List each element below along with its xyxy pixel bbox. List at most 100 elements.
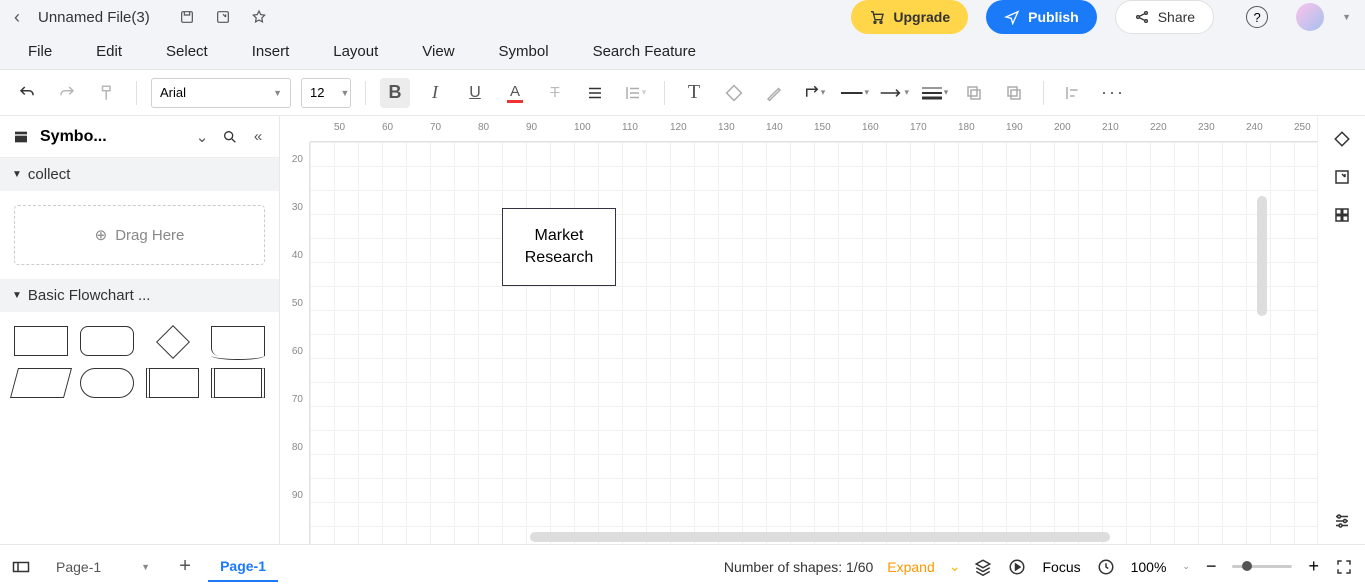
line-color-button[interactable] (759, 78, 789, 108)
menu-layout[interactable]: Layout (333, 43, 378, 60)
shape-rectangle[interactable] (14, 326, 68, 356)
arrow-style-button[interactable]: ▾ (879, 78, 909, 108)
ruler-h-tick: 220 (1150, 122, 1167, 133)
section-flowchart[interactable]: ▼Basic Flowchart ... (0, 279, 279, 312)
back-icon[interactable]: ‹ (14, 7, 20, 28)
shapes-grid (0, 312, 279, 412)
publish-button[interactable]: Publish (986, 0, 1097, 34)
underline-button[interactable]: U (460, 78, 490, 108)
ruler-h-tick: 150 (814, 122, 831, 133)
menubar: File Edit Select Insert Layout View Symb… (0, 34, 1365, 69)
strikethrough-button[interactable]: T (540, 78, 570, 108)
shape-parallelogram[interactable] (10, 368, 72, 398)
bold-button[interactable]: B (380, 78, 410, 108)
play-icon[interactable] (1008, 558, 1026, 576)
fullscreen-icon[interactable] (1335, 558, 1353, 576)
shape-rounded-rect[interactable] (80, 326, 134, 356)
redo-button[interactable] (52, 78, 82, 108)
font-value: Arial (160, 85, 186, 100)
shape-diamond[interactable] (146, 326, 200, 356)
ruler-h-tick: 80 (478, 122, 489, 133)
ruler-h-tick: 130 (718, 122, 735, 133)
menu-select[interactable]: Select (166, 43, 208, 60)
page-dropdown[interactable]: Page-1▼ (44, 555, 162, 579)
export-shape-icon[interactable] (1333, 168, 1351, 186)
focus-button[interactable]: Focus (1042, 559, 1080, 575)
menu-search-feature[interactable]: Search Feature (593, 43, 696, 60)
search-icon[interactable] (221, 128, 239, 146)
share-button[interactable]: Share (1115, 0, 1214, 34)
settings-icon[interactable] (1333, 512, 1351, 530)
avatar-caret[interactable]: ▼ (1342, 12, 1351, 22)
text-tool-button[interactable]: T (679, 78, 709, 108)
ruler-v-tick: 30 (292, 202, 303, 213)
align-button[interactable] (580, 78, 610, 108)
menu-file[interactable]: File (28, 43, 52, 60)
menu-edit[interactable]: Edit (96, 43, 122, 60)
library-icon (12, 128, 30, 146)
font-size-dropdown[interactable]: 12▼ (301, 78, 351, 108)
expand-chevron-icon[interactable]: ⌄ (949, 558, 961, 575)
history-icon[interactable] (1097, 558, 1115, 576)
toolbar: Arial▼ 12▼ B I U A T ▾ T ▾ ▾ ▾ ▾ ··· (0, 70, 1365, 116)
chevron-down-icon[interactable]: ⌄ (193, 128, 211, 146)
zoom-value[interactable]: 100% (1131, 559, 1167, 575)
font-size-value: 12 (310, 85, 324, 100)
zoom-slider[interactable] (1232, 565, 1292, 568)
menu-view[interactable]: View (422, 43, 454, 60)
theme-icon[interactable] (1333, 130, 1351, 148)
zoom-in-button[interactable]: + (1308, 556, 1319, 577)
line-style-button[interactable]: ▾ (839, 78, 869, 108)
align-objects-button[interactable] (1058, 78, 1088, 108)
undo-button[interactable] (12, 78, 42, 108)
line-spacing-button[interactable]: ▾ (620, 78, 650, 108)
front-button[interactable] (959, 78, 989, 108)
italic-button[interactable]: I (420, 78, 450, 108)
ruler-h-tick: 90 (526, 122, 537, 133)
pages-icon[interactable] (12, 558, 30, 576)
plus-icon: ⊕ (95, 226, 108, 244)
font-dropdown[interactable]: Arial▼ (151, 78, 291, 108)
ruler-h-tick: 180 (958, 122, 975, 133)
ruler-h-tick: 200 (1054, 122, 1071, 133)
shapes-count: Number of shapes: 1/60 (724, 559, 873, 575)
format-painter-button[interactable] (92, 78, 122, 108)
avatar[interactable] (1296, 3, 1324, 31)
back-button[interactable] (999, 78, 1029, 108)
scrollbar-vertical[interactable] (1257, 196, 1267, 316)
upgrade-button[interactable]: Upgrade (851, 0, 968, 34)
expand-button[interactable]: Expand (887, 559, 934, 575)
drag-here-zone[interactable]: ⊕Drag Here (14, 205, 265, 265)
line-weight-button[interactable]: ▾ (919, 78, 949, 108)
ruler-horizontal: 5060708090100110120130140150160170180190… (310, 116, 1317, 142)
shape-stored-data[interactable] (211, 368, 265, 398)
canvas-node-market-research[interactable]: Market Research (502, 208, 616, 286)
shape-predefined[interactable] (146, 368, 200, 398)
save-icon[interactable] (178, 8, 196, 26)
connector-button[interactable]: ▾ (799, 78, 829, 108)
send-icon (1004, 9, 1020, 25)
help-icon[interactable]: ? (1246, 6, 1268, 28)
fill-button[interactable] (719, 78, 749, 108)
add-page-button[interactable]: + (176, 558, 194, 576)
left-panel: Symbo... ⌄ « ▼collect ⊕Drag Here ▼Basic … (0, 116, 280, 544)
ruler-h-tick: 170 (910, 122, 927, 133)
grid-icon[interactable] (1333, 206, 1351, 224)
menu-insert[interactable]: Insert (252, 43, 290, 60)
more-button[interactable]: ··· (1098, 78, 1128, 108)
text-color-button[interactable]: A (500, 78, 530, 108)
layers-icon[interactable] (974, 558, 992, 576)
canvas[interactable]: Market Research (310, 142, 1317, 544)
scrollbar-horizontal[interactable] (530, 532, 1110, 542)
collapse-icon[interactable]: « (249, 128, 267, 146)
export-icon[interactable] (214, 8, 232, 26)
star-icon[interactable] (250, 8, 268, 26)
shape-pill[interactable] (80, 368, 134, 398)
ruler-h-tick: 190 (1006, 122, 1023, 133)
section-collect[interactable]: ▼collect (0, 158, 279, 191)
ruler-v-tick: 80 (292, 442, 303, 453)
menu-symbol[interactable]: Symbol (499, 43, 549, 60)
shape-document[interactable] (211, 326, 265, 356)
page-tab[interactable]: Page-1 (208, 552, 278, 582)
zoom-out-button[interactable]: − (1206, 556, 1217, 577)
